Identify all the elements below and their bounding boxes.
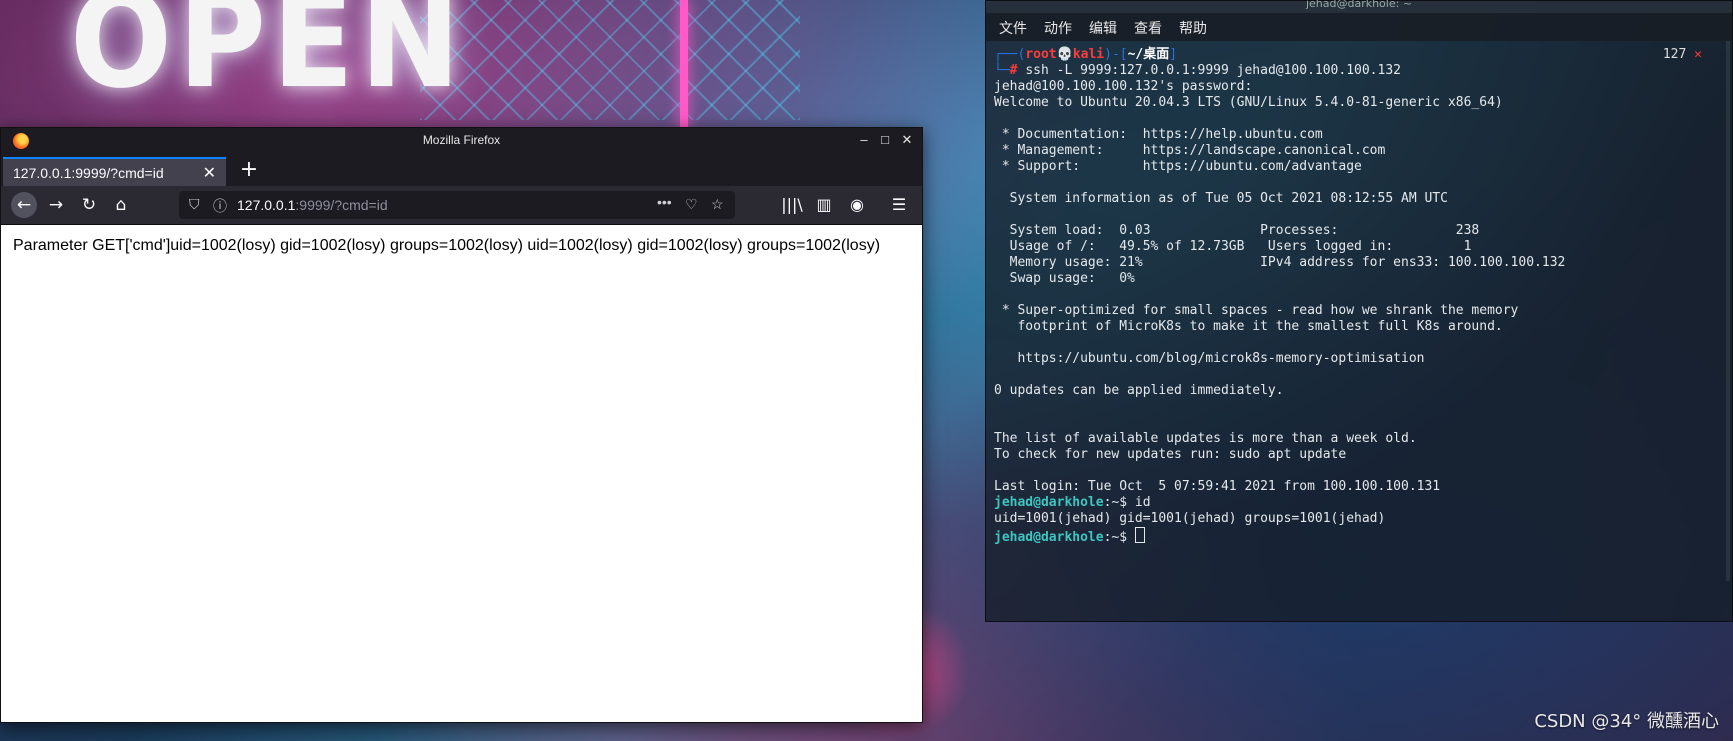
prompt-user: root	[1025, 47, 1057, 62]
menu-file[interactable]: 文件	[999, 18, 1027, 38]
background-neon-bar	[680, 0, 688, 130]
remote-prompt-user: jehad@darkhole	[994, 530, 1104, 545]
sidebar-icon[interactable]: ▥	[811, 192, 837, 218]
prompt-hash: #	[1009, 63, 1026, 78]
terminal-scrollbar[interactable]	[1726, 41, 1730, 581]
forward-icon[interactable]: →	[43, 192, 69, 218]
bookmark-star-icon[interactable]: ☆	[711, 196, 724, 213]
pocket-icon[interactable]: ♡	[685, 196, 698, 213]
ssh-output-lines: jehad@100.100.100.132's password: Welcom…	[994, 79, 1566, 494]
menu-view[interactable]: 查看	[1134, 18, 1162, 38]
app-menu-icon[interactable]: ☰	[886, 192, 912, 218]
url-host: 127.0.0.1	[237, 197, 296, 213]
tab-active[interactable]: 127.0.0.1:9999/?cmd=id ✕	[3, 157, 226, 186]
maximize-button[interactable]: □	[877, 132, 893, 147]
new-tab-button[interactable]: +	[237, 157, 261, 182]
terminal-window-title: jehad@darkhole: ~	[1305, 0, 1413, 10]
close-window-button[interactable]: ✕	[899, 132, 915, 148]
background-neon-mesh	[420, 0, 800, 120]
tab-close-icon[interactable]: ✕	[203, 163, 216, 183]
page-actions-icon[interactable]: •••	[657, 194, 672, 210]
page-body-text: Parameter GET['cmd']uid=1002(losy) gid=1…	[13, 237, 881, 254]
minimize-button[interactable]: –	[856, 132, 872, 147]
menu-actions[interactable]: 动作	[1044, 18, 1072, 38]
tab-bar: 127.0.0.1:9999/?cmd=id ✕ +	[1, 154, 922, 186]
id-output: uid=1001(jehad) gid=1001(jehad) groups=1…	[994, 511, 1386, 526]
tracking-shield-icon[interactable]: ⛉	[189, 196, 200, 213]
skull-icon: 💀	[1056, 47, 1073, 62]
url-path: :9999/?cmd=id	[295, 197, 388, 213]
background-open-sign: OPEN	[70, 0, 467, 118]
prompt-decoration: └─	[994, 63, 1010, 78]
home-icon[interactable]: ⌂	[108, 192, 134, 218]
terminal-menubar: 文件 动作 编辑 查看 帮助	[986, 13, 1732, 41]
exit-status-badge: 127 ✕	[1663, 47, 1702, 63]
url-bar[interactable]: ⛉ ⓘ 127.0.0.1:9999/?cmd=id ••• ♡ ☆	[179, 191, 735, 219]
prompt-directory: ~/桌面	[1127, 47, 1170, 62]
terminal-window: jehad@darkhole: ~ 文件 动作 编辑 查看 帮助 ┌──(roo…	[985, 0, 1733, 622]
library-icon[interactable]: |||\	[779, 192, 805, 218]
terminal-titlebar[interactable]: jehad@darkhole: ~	[986, 0, 1732, 13]
remote-prompt-suffix: :~$	[1103, 530, 1135, 545]
remote-prompt-user: jehad@darkhole	[994, 495, 1104, 510]
terminal-cursor	[1134, 527, 1145, 543]
exit-error-icon: ✕	[1694, 47, 1702, 62]
id-command: id	[1134, 495, 1151, 510]
reload-icon[interactable]: ↻	[76, 192, 102, 218]
menu-help[interactable]: 帮助	[1179, 18, 1207, 38]
prompt-decoration: ]	[1169, 47, 1178, 62]
prompt-decoration: )-[	[1104, 47, 1128, 62]
firefox-titlebar[interactable]: Mozilla Firefox – □ ✕	[1, 128, 922, 154]
exit-code: 127	[1662, 47, 1687, 62]
menu-edit[interactable]: 编辑	[1089, 18, 1117, 38]
account-icon[interactable]: ◉	[844, 192, 870, 218]
remote-prompt-suffix: :~$	[1103, 495, 1135, 510]
url-text[interactable]: 127.0.0.1:9999/?cmd=id	[237, 197, 388, 213]
prompt-decoration: ┌──(	[994, 47, 1026, 62]
prompt-host: kali	[1072, 47, 1105, 62]
firefox-window-title: Mozilla Firefox	[422, 133, 501, 147]
navigation-toolbar: ← → ↻ ⌂ ⛉ ⓘ 127.0.0.1:9999/?cmd=id ••• ♡…	[1, 186, 922, 225]
site-info-icon[interactable]: ⓘ	[213, 196, 227, 216]
tab-label: 127.0.0.1:9999/?cmd=id	[13, 165, 164, 181]
terminal-output[interactable]: ┌──(root💀kali)-[~/桌面] └─# ssh -L 9999:12…	[986, 41, 1732, 552]
ssh-command: ssh -L 9999:127.0.0.1:9999 jehad@100.100…	[1025, 63, 1401, 78]
watermark: CSDN @34° 微醺酒心	[1534, 711, 1719, 732]
back-icon[interactable]: ←	[11, 192, 37, 218]
firefox-window: Mozilla Firefox – □ ✕ 127.0.0.1:9999/?cm…	[0, 127, 923, 723]
